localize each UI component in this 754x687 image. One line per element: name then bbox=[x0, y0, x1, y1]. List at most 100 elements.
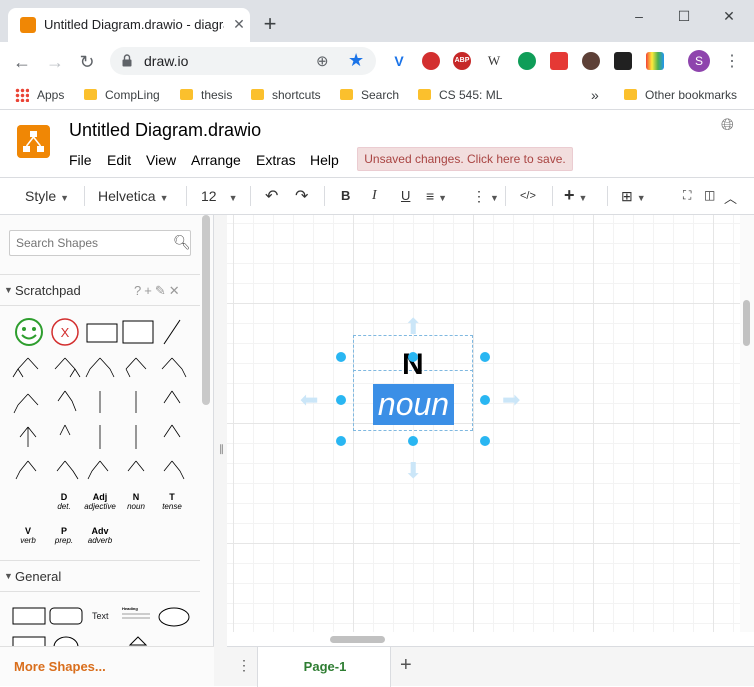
horizontal-scroll-thumb[interactable] bbox=[330, 636, 385, 643]
extension-stop-icon[interactable] bbox=[422, 52, 440, 70]
collapse-icon[interactable]: ︿ bbox=[724, 188, 737, 207]
extension-chat-icon[interactable] bbox=[518, 52, 536, 70]
menu-file[interactable]: File bbox=[69, 152, 92, 168]
bookmark-star-icon[interactable]: ★ bbox=[348, 50, 364, 71]
resize-handle-nw[interactable] bbox=[336, 352, 346, 362]
bookmark-thesis[interactable]: thesis bbox=[180, 86, 232, 104]
extension-color-icon[interactable] bbox=[646, 52, 664, 70]
resize-handle-se[interactable] bbox=[480, 436, 490, 446]
clone-arrow-up-icon[interactable]: ⬆ bbox=[404, 316, 422, 338]
search-icon[interactable]: 🔍︎ bbox=[173, 234, 191, 251]
menu-edit[interactable]: Edit bbox=[107, 152, 131, 168]
clone-arrow-right-icon[interactable]: ➡ bbox=[502, 389, 520, 411]
insert-dropdown[interactable]: + ▼ bbox=[564, 185, 587, 206]
table-dropdown[interactable]: ⊞ ▼ bbox=[621, 188, 646, 205]
vertical-align-dropdown[interactable]: ⋮ ▼ bbox=[472, 188, 499, 205]
font-size-dropdown[interactable]: 12 ▼ bbox=[201, 188, 238, 204]
sidebar-scrollbar[interactable] bbox=[202, 215, 210, 405]
vertical-scroll-thumb[interactable] bbox=[743, 300, 750, 346]
pages-menu-icon[interactable]: ⋮ bbox=[237, 657, 251, 674]
bookmark-cs545[interactable]: CS 545: ML bbox=[418, 86, 502, 104]
back-button[interactable]: ← bbox=[11, 51, 33, 73]
browser-tab[interactable]: Untitled Diagram.drawio - diagra ✕ bbox=[8, 8, 250, 42]
rectangle-shape-icon[interactable] bbox=[86, 323, 118, 343]
lexical-shape-verb[interactable]: Vverb bbox=[10, 527, 46, 546]
lexical-shape-adverb[interactable]: Adv adverb bbox=[82, 527, 118, 546]
resize-handle-sw[interactable] bbox=[336, 436, 346, 446]
close-tab-icon[interactable]: ✕ bbox=[230, 15, 248, 33]
extension-face-icon[interactable] bbox=[614, 52, 632, 70]
scratchpad-tools-icon[interactable]: ?+✎✕ bbox=[134, 283, 183, 299]
extension-forward-icon[interactable] bbox=[550, 52, 568, 70]
resize-handle-w[interactable] bbox=[336, 395, 346, 405]
lexical-shape-tense[interactable]: Ttense bbox=[154, 493, 190, 512]
tree-shapes-grid-icon[interactable] bbox=[10, 353, 190, 485]
resize-handle-s[interactable] bbox=[408, 436, 418, 446]
wikipedia-icon[interactable]: W bbox=[485, 52, 503, 70]
menu-view[interactable]: View bbox=[146, 152, 176, 168]
search-shapes-box[interactable]: 🔍︎ bbox=[9, 230, 191, 256]
globe-icon[interactable]: 🌐︎ bbox=[721, 117, 734, 135]
resize-handle-e[interactable] bbox=[480, 395, 490, 405]
bookmark-search[interactable]: Search bbox=[340, 86, 399, 104]
clone-arrow-left-icon[interactable]: ⬅ bbox=[300, 389, 318, 411]
text-shape[interactable]: Text bbox=[92, 611, 109, 621]
underline-button[interactable]: U bbox=[401, 188, 410, 203]
document-title[interactable]: Untitled Diagram.drawio bbox=[69, 120, 261, 141]
square-shape-icon[interactable] bbox=[122, 320, 154, 344]
splitter-grip-icon[interactable]: ∥ bbox=[219, 444, 224, 455]
word-label[interactable]: noun bbox=[373, 384, 454, 425]
scratchpad-header[interactable]: ▼ Scratchpad ?+✎✕ bbox=[0, 274, 200, 306]
page-tab[interactable]: Page-1 bbox=[257, 647, 391, 687]
diagram-canvas[interactable] bbox=[227, 215, 740, 632]
bookmark-shortcuts[interactable]: shortcuts bbox=[251, 86, 321, 104]
align-dropdown[interactable]: ≡ ▼ bbox=[426, 188, 447, 204]
smiley-shape-icon[interactable] bbox=[14, 317, 44, 347]
menu-extras[interactable]: Extras bbox=[256, 152, 296, 168]
general-header[interactable]: ▼ General bbox=[0, 560, 200, 592]
address-bar[interactable]: draw.io ⊕ ★ bbox=[110, 47, 376, 75]
reload-button[interactable]: ↻ bbox=[76, 51, 98, 73]
fullscreen-icon[interactable]: ⛶ bbox=[683, 188, 691, 203]
rounded-rectangle-shape-icon[interactable] bbox=[49, 607, 83, 625]
resize-handle-ne[interactable] bbox=[480, 352, 490, 362]
close-window-button[interactable]: ✕ bbox=[719, 6, 739, 26]
heading-shape[interactable]: Heading bbox=[122, 607, 150, 619]
vertical-scrollbar[interactable] bbox=[740, 215, 754, 632]
undo-icon[interactable]: ↶ bbox=[265, 186, 278, 206]
minimize-button[interactable]: – bbox=[629, 6, 649, 26]
maximize-button[interactable]: ☐ bbox=[674, 6, 694, 26]
x-circle-shape-icon[interactable]: X bbox=[50, 317, 80, 347]
bookmarks-overflow-icon[interactable]: » bbox=[591, 86, 599, 104]
font-dropdown[interactable]: Helvetica ▼ bbox=[98, 188, 169, 204]
search-shapes-input[interactable] bbox=[16, 235, 166, 251]
profile-avatar[interactable]: S bbox=[688, 50, 710, 72]
browser-menu-icon[interactable]: ⋮ bbox=[724, 51, 740, 71]
ellipse-shape-icon[interactable] bbox=[158, 607, 190, 627]
lexical-shape-prep[interactable]: Pprep. bbox=[46, 527, 82, 546]
rectangle-shape-icon[interactable] bbox=[12, 607, 46, 625]
add-page-icon[interactable]: + bbox=[400, 654, 412, 677]
adblock-plus-icon[interactable]: ABP bbox=[453, 52, 471, 70]
line-shape-icon[interactable] bbox=[162, 319, 182, 345]
lexical-shape-det[interactable]: Ddet. bbox=[46, 493, 82, 512]
bold-button[interactable]: B bbox=[341, 188, 350, 203]
extension-v-icon[interactable]: V bbox=[390, 52, 408, 70]
more-shapes-button[interactable]: More Shapes... bbox=[0, 646, 214, 686]
format-panel-icon[interactable]: ◫ bbox=[704, 188, 715, 202]
unsaved-changes-button[interactable]: Unsaved changes. Click here to save. bbox=[357, 147, 573, 171]
italic-button[interactable]: I bbox=[372, 188, 377, 204]
lexical-shape-noun[interactable]: Nnoun bbox=[118, 493, 154, 512]
install-app-icon[interactable]: ⊕ bbox=[316, 52, 329, 70]
html-code-button[interactable]: </> bbox=[520, 190, 536, 202]
menu-arrange[interactable]: Arrange bbox=[191, 152, 241, 168]
resize-handle-n[interactable] bbox=[408, 352, 418, 362]
forward-button[interactable]: → bbox=[44, 51, 66, 73]
new-tab-button[interactable]: + bbox=[260, 13, 280, 35]
bookmark-other[interactable]: Other bookmarks bbox=[624, 86, 737, 104]
menu-help[interactable]: Help bbox=[310, 152, 339, 168]
lexical-shape-adj[interactable]: Adj adjective bbox=[82, 493, 118, 512]
redo-icon[interactable]: ↷ bbox=[295, 186, 308, 206]
extension-grid-icon[interactable] bbox=[582, 52, 600, 70]
bookmark-compling[interactable]: CompLing bbox=[84, 86, 160, 104]
